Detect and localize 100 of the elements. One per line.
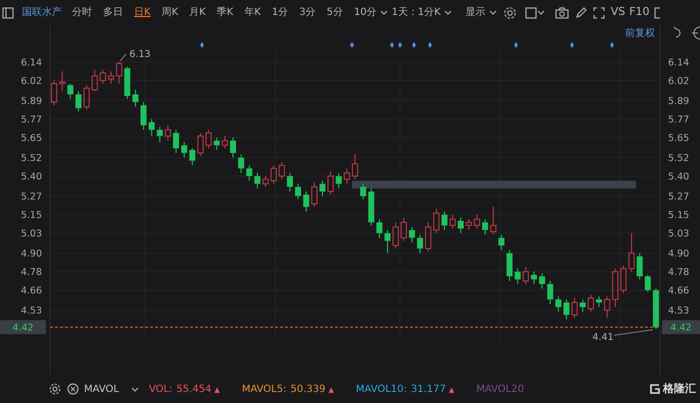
candle <box>278 162 285 180</box>
candle <box>336 172 342 189</box>
axis-label: 6.14 <box>20 58 42 68</box>
settings-icon[interactable] <box>49 383 61 395</box>
diamond-icon <box>350 42 354 48</box>
axis-label: 4.78 <box>668 267 690 278</box>
candle <box>384 230 391 254</box>
low-price-label: 4.41 <box>592 332 614 344</box>
indicator-label: MAVOL10: <box>356 384 407 394</box>
period-tab[interactable]: 1天 : 1分K <box>392 5 441 20</box>
candle <box>50 80 58 106</box>
period-tab[interactable]: 月K <box>189 5 206 20</box>
candle <box>181 142 188 158</box>
period-tab[interactable]: 季K <box>216 5 234 20</box>
candle <box>547 280 554 305</box>
caret-icon[interactable] <box>380 9 388 16</box>
indicator-value: 31.177 <box>410 384 446 394</box>
settings-icon[interactable] <box>502 6 517 20</box>
candle <box>572 297 578 318</box>
leader-line <box>120 54 126 62</box>
diamond-icon <box>200 42 204 48</box>
axis-label: 5.65 <box>668 133 690 144</box>
axis-label: 4.90 <box>668 248 690 260</box>
candle <box>197 132 204 157</box>
period-tab[interactable]: 3分 <box>299 5 316 20</box>
caret-icon[interactable] <box>444 9 452 16</box>
axis-label: 5.65 <box>20 133 42 144</box>
period-tab[interactable]: 1分 <box>272 5 288 20</box>
axis-label: 4.53 <box>668 306 690 317</box>
candle <box>148 118 155 137</box>
zoom-out-icon[interactable] <box>692 26 700 40</box>
candle <box>67 83 74 100</box>
candle <box>75 90 82 112</box>
price-tag: 4.42 <box>0 320 46 334</box>
candle <box>506 250 513 282</box>
candle <box>352 154 358 180</box>
caret-icon[interactable] <box>130 386 139 392</box>
candle <box>156 126 163 143</box>
period-tab[interactable]: 5分 <box>326 5 343 20</box>
candle <box>214 137 220 150</box>
candle <box>644 274 651 292</box>
candle <box>490 206 496 236</box>
fullscreen-icon[interactable] <box>592 6 605 18</box>
candle <box>498 234 504 251</box>
camera-icon[interactable] <box>554 6 569 18</box>
diamond-icon <box>514 42 518 48</box>
candle <box>262 176 269 188</box>
candle <box>376 218 382 238</box>
candle <box>612 268 618 308</box>
axis-label: 5.52 <box>668 153 690 164</box>
candle <box>328 170 334 196</box>
candle <box>580 298 586 312</box>
candle <box>164 124 172 142</box>
stock-name[interactable]: 国联水产 <box>22 5 62 20</box>
pencil-icon[interactable] <box>574 6 587 18</box>
axis-label: 4.90 <box>20 248 42 260</box>
indicator-name[interactable]: MAVOL <box>84 382 119 396</box>
candle <box>425 222 432 252</box>
indicator-label: MAVOL5: <box>242 384 286 394</box>
price-tag: 4.42 <box>662 320 700 334</box>
candle <box>173 129 180 154</box>
candle <box>636 252 643 280</box>
diamond-icon <box>412 42 416 48</box>
candle <box>368 188 374 226</box>
period-tab[interactable]: 多日 <box>103 5 123 20</box>
candle <box>458 217 464 234</box>
candle <box>392 222 399 250</box>
candle <box>140 102 147 130</box>
period-tab[interactable]: 分时 <box>72 5 92 20</box>
period-tab[interactable]: 日K <box>134 5 151 20</box>
caret-icon[interactable] <box>488 9 497 16</box>
period-tab[interactable]: 显示 <box>466 5 486 20</box>
indicator-value: 50.339 <box>290 384 326 394</box>
axis-label: 4.66 <box>20 286 42 297</box>
candle <box>206 129 212 149</box>
candle <box>319 180 326 197</box>
toolbar-link[interactable]: VS <box>610 4 626 21</box>
close-icon[interactable] <box>67 383 79 395</box>
candle <box>108 70 114 84</box>
diamond-icon <box>570 42 574 48</box>
period-tab[interactable]: 周K <box>162 5 178 20</box>
candle <box>189 148 196 166</box>
candle <box>238 154 244 174</box>
candle <box>100 69 106 84</box>
axis-label: 5.89 <box>668 96 690 108</box>
axis-label: 4.66 <box>668 286 690 297</box>
caret-icon[interactable] <box>536 9 545 16</box>
square-icon[interactable] <box>524 6 537 18</box>
period-tab[interactable]: 10分 <box>354 5 377 20</box>
candle <box>417 234 424 254</box>
candle <box>563 298 570 320</box>
axis-label: 5.40 <box>20 172 42 183</box>
axis-label: 5.03 <box>668 228 690 240</box>
candle <box>628 232 635 272</box>
toolbar-link[interactable]: F10 <box>629 4 650 21</box>
candle <box>344 168 350 184</box>
adjust-label[interactable]: 前复权 <box>625 28 655 39</box>
period-tab[interactable]: 年K <box>244 5 261 20</box>
candle <box>230 137 236 158</box>
sidebar-icon[interactable] <box>2 6 14 18</box>
